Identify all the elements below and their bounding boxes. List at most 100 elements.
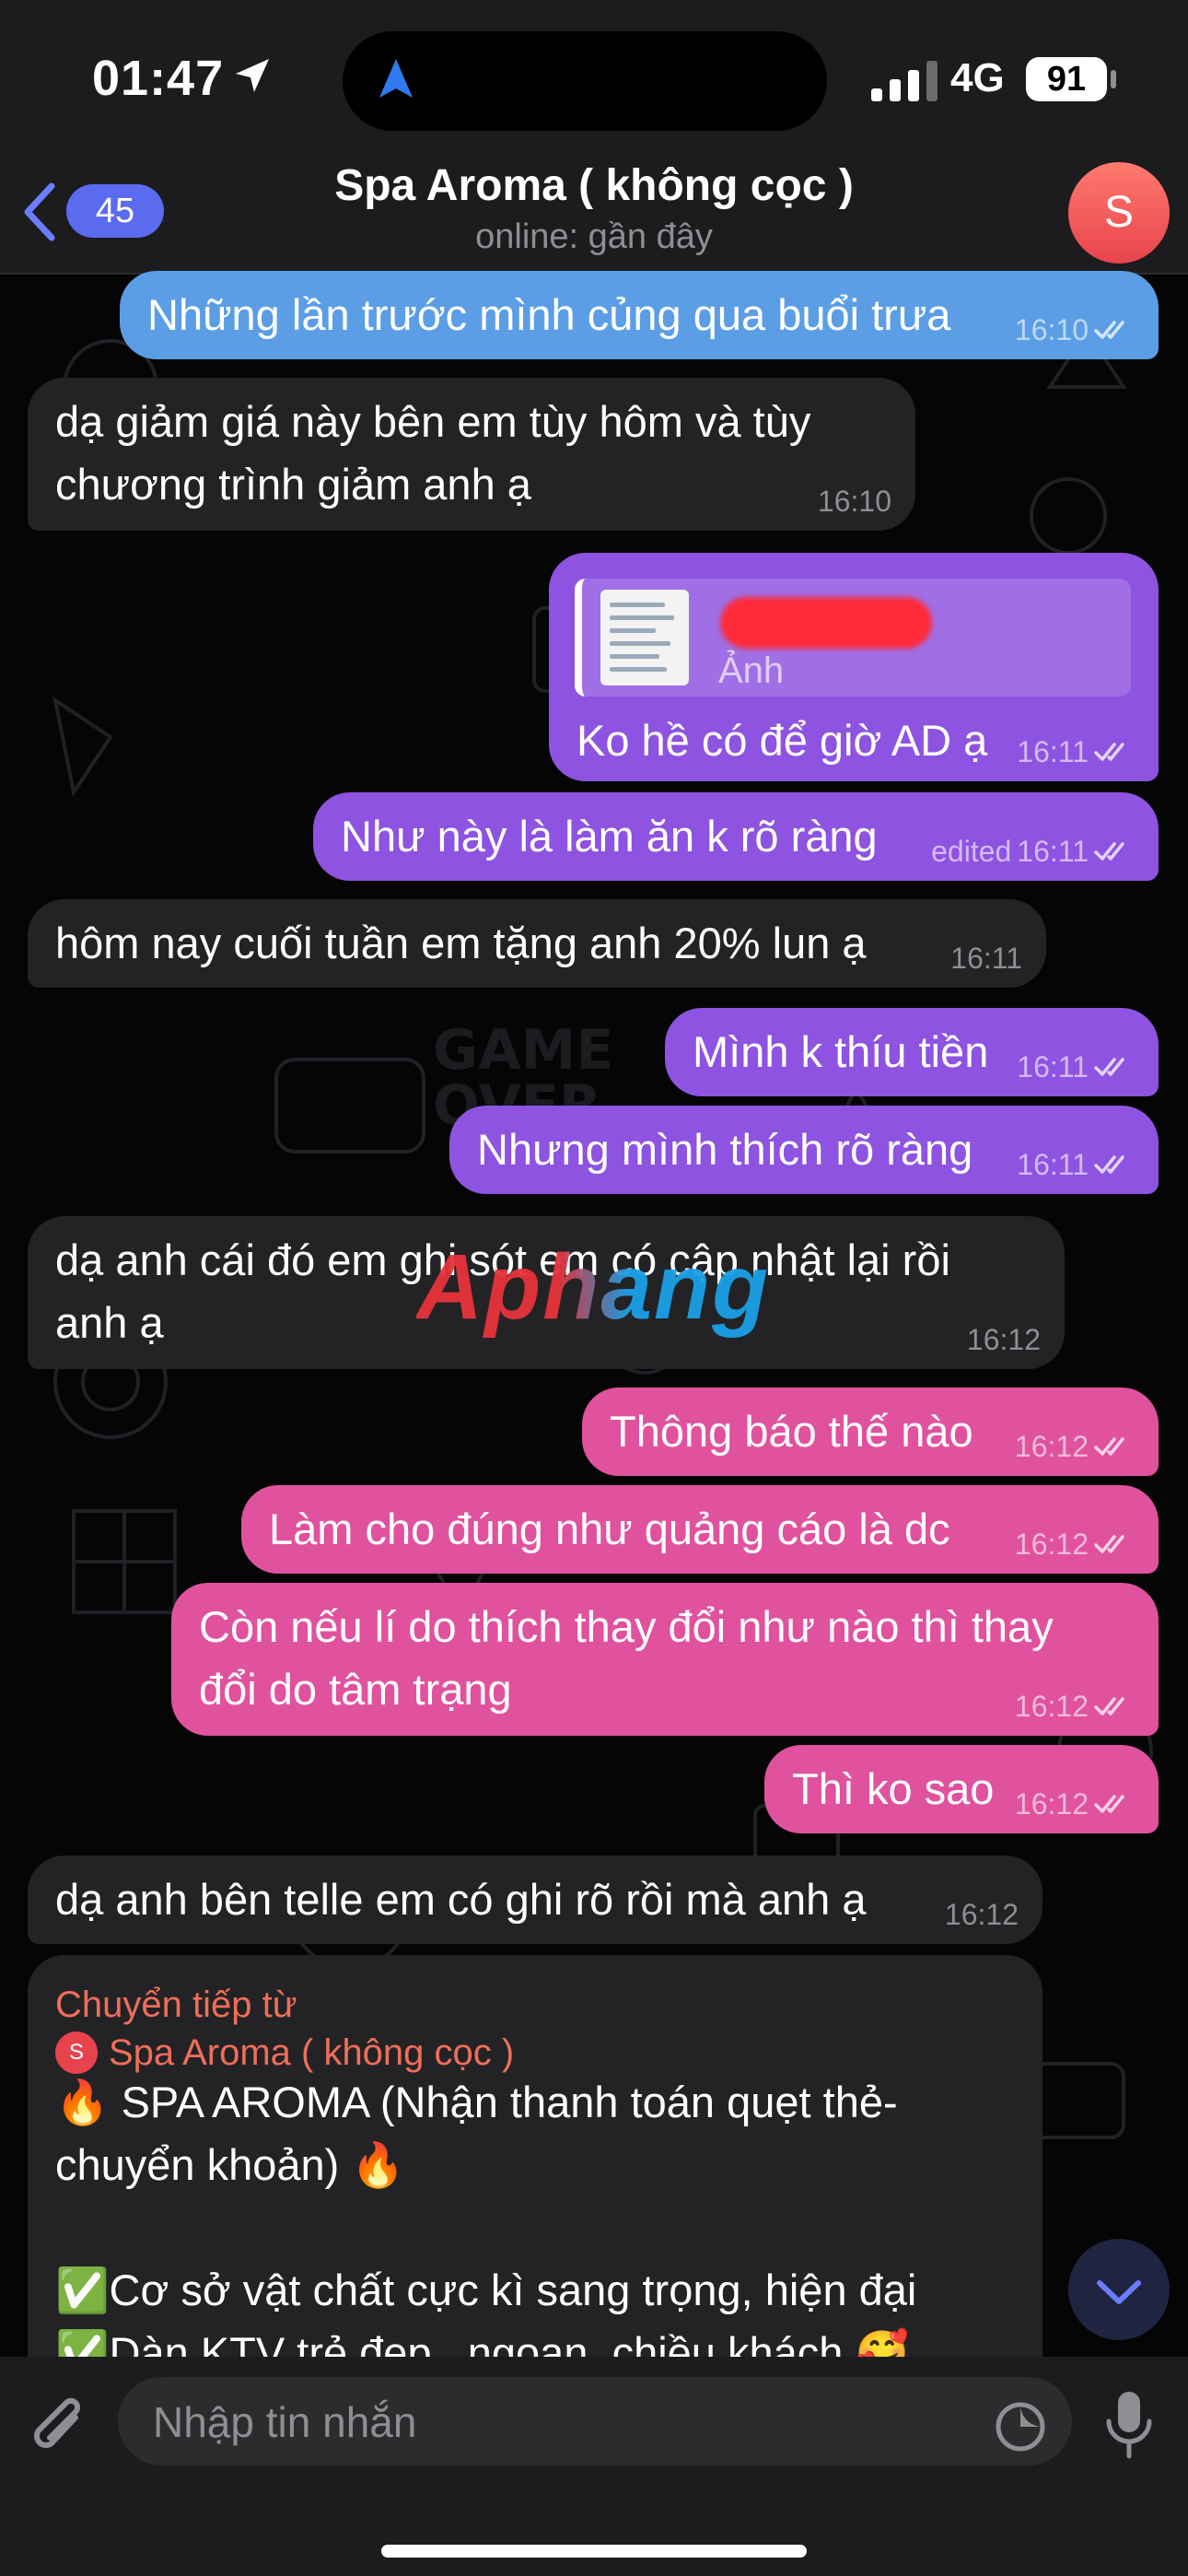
outgoing-message[interactable]: Ảnh Ko hề có để giờ AD ạ 16:11 <box>549 553 1159 781</box>
message-text: Ko hề có để giờ AD ạ <box>577 709 987 772</box>
double-check-icon <box>1094 321 1124 339</box>
message-time: 16:12 <box>1014 1430 1089 1463</box>
forwarded-line: 🔥 SPA AROMA (Nhận thanh toán quẹt thẻ- <box>55 2078 898 2126</box>
message-text: hôm nay cuối tuần em tặng anh 20% lun ạ <box>55 912 867 975</box>
message-text: dạ giảm giá này bên em tùy hôm và tùy chư… <box>55 391 810 516</box>
message-text: Làm cho đúng như quảng cáo là dc <box>269 1498 950 1561</box>
location-arrow-icon <box>236 59 269 92</box>
message-input[interactable]: Nhập tin nhắn <box>118 2377 1072 2465</box>
message-meta: 16:11 <box>1017 1050 1135 1083</box>
outgoing-message[interactable]: Những lần trước mình củng qua buổi trưa 1… <box>120 271 1159 359</box>
incoming-message[interactable]: hôm nay cuối tuần em tặng anh 20% lun ạ 1… <box>28 899 1046 988</box>
message-meta: 16:12 <box>1015 1430 1135 1463</box>
message-line: chương trình giảm anh ạ <box>55 460 531 509</box>
double-check-icon <box>1094 1795 1124 1813</box>
source-avatar: S <box>55 2032 98 2074</box>
scroll-down-button[interactable] <box>1068 2239 1170 2340</box>
message-time: 16:12 <box>1014 1690 1089 1723</box>
sticker-icon[interactable] <box>993 2399 1048 2454</box>
message-time: 16:11 <box>1017 835 1089 868</box>
message-line: đổi do tâm trạng <box>199 1665 512 1714</box>
chat-header: 45 Spa Aroma ( không cọc ) online: gần đ… <box>0 138 1188 275</box>
message-meta: 16:12 <box>967 1323 1041 1356</box>
message-line: Ko hề có để giờ AD ạ <box>577 716 988 765</box>
incoming-message[interactable]: dạ giảm giá này bên em tùy hôm và tùy chư… <box>28 378 915 531</box>
outgoing-message[interactable]: Thông báo thế nào 16:12 <box>582 1388 1159 1476</box>
outgoing-message[interactable]: Nhưng mình thích rõ ràng 16:11 <box>449 1106 1159 1194</box>
reply-quote[interactable]: Ảnh <box>575 579 1131 697</box>
message-line: Nhưng mình thích rõ ràng <box>477 1125 973 1174</box>
double-check-icon <box>1094 1058 1124 1076</box>
forwarded-line: ✅Cơ sở vật chất cực kì sang trọng, hiện … <box>55 2266 917 2314</box>
message-line: dạ giảm giá này bên em tùy hôm và tùy <box>55 397 811 446</box>
double-check-icon <box>1094 1697 1124 1715</box>
message-text: Như này là làm ăn k rõ ràng <box>341 805 878 868</box>
network-type: 4G <box>950 55 1005 100</box>
message-line: Những lần trước mình củng qua buổi trưa <box>147 290 951 339</box>
message-input-placeholder: Nhập tin nhắn <box>153 2398 417 2446</box>
message-meta: 16:12 <box>1015 1528 1135 1561</box>
reply-thumbnail <box>600 590 689 685</box>
message-text: Những lần trước mình củng qua buổi trưa <box>147 284 950 346</box>
message-time: 16:10 <box>1014 313 1089 346</box>
message-line: Thì ko sao <box>792 1764 995 1813</box>
message-meta: 16:11 <box>1017 1148 1135 1181</box>
message-text: Thông báo thế nào <box>610 1400 973 1463</box>
message-meta: 16:10 <box>1015 313 1135 346</box>
message-time: 16:11 <box>950 942 1022 975</box>
message-meta: 16:12 <box>945 1898 1019 1931</box>
message-time: 16:12 <box>1014 1528 1089 1561</box>
forwarded-message[interactable]: Chuyển tiếp từ S Spa Aroma ( không cọc )… <box>28 1955 1042 2397</box>
message-time: 16:10 <box>817 485 891 518</box>
message-time: 16:11 <box>1017 1050 1089 1083</box>
message-line: Mình k thíu tiền <box>693 1027 989 1076</box>
watermark-logo: Aphang <box>416 1235 771 1339</box>
incoming-message[interactable]: dạ anh bên telle em có ghi rõ rồi mà anh… <box>28 1856 1042 1944</box>
message-meta: 16:11 <box>950 942 1022 975</box>
message-meta: 16:11 <box>1017 735 1135 768</box>
clock: 01:47 <box>92 51 225 106</box>
message-time: 16:12 <box>1014 1787 1089 1821</box>
signal-icon <box>871 61 938 101</box>
message-line: Thông báo thế nào <box>610 1407 973 1456</box>
avatar[interactable]: S <box>1068 162 1170 263</box>
message-text: Còn nếu lí do thích thay đổi như nào thì… <box>199 1596 1054 1721</box>
navigation-arrow-icon <box>379 59 413 98</box>
message-text: Thì ko sao <box>792 1758 994 1821</box>
message-text: Mình k thíu tiền <box>693 1021 988 1083</box>
double-check-icon <box>1094 1155 1124 1174</box>
double-check-icon <box>1094 1535 1124 1553</box>
forwarded-line: chuyển khoản) 🔥 <box>55 2140 405 2189</box>
battery-cap <box>1111 70 1116 88</box>
double-check-icon <box>1094 1437 1124 1456</box>
message-time: 16:12 <box>944 1898 1019 1931</box>
edited-label: edited <box>931 835 1012 868</box>
outgoing-message[interactable]: Mình k thíu tiền 16:11 <box>665 1008 1159 1096</box>
message-line: Như này là làm ăn k rõ ràng <box>341 812 878 861</box>
outgoing-message[interactable]: Còn nếu lí do thích thay đổi như nào thì… <box>171 1583 1159 1736</box>
message-meta: 16:12 <box>1015 1787 1135 1821</box>
outgoing-message[interactable]: Thì ko sao 16:12 <box>764 1745 1159 1833</box>
message-text: dạ anh bên telle em có ghi rõ rồi mà anh… <box>55 1868 867 1931</box>
chat-title[interactable]: Spa Aroma ( không cọc ) <box>0 160 1188 211</box>
message-time: 16:11 <box>1017 1148 1089 1181</box>
message-meta: 16:10 <box>818 485 891 518</box>
message-meta: 16:12 <box>1015 1690 1135 1723</box>
message-text: Nhưng mình thích rõ ràng <box>477 1118 973 1181</box>
message-line: hôm nay cuối tuần em tặng anh 20% lun ạ <box>55 919 867 967</box>
message-line: Còn nếu lí do thích thay đổi như nào thì… <box>199 1602 1054 1651</box>
paperclip-icon[interactable] <box>28 2390 92 2464</box>
chat-status: online: gần đây <box>475 217 713 256</box>
message-line: dạ anh bên telle em có ghi rõ rồi mà anh… <box>55 1875 867 1924</box>
double-check-icon <box>1094 842 1124 861</box>
microphone-icon[interactable] <box>1101 2388 1157 2462</box>
outgoing-message[interactable]: Như này là làm ăn k rõ ràng edited 16:11 <box>313 792 1159 881</box>
message-meta: edited 16:11 <box>931 835 1135 868</box>
reply-quote-label: Ảnh <box>718 650 785 691</box>
forwarded-body: 🔥 SPA AROMA (Nhận thanh toán quẹt thẻ- c… <box>55 2071 1022 2384</box>
composer-bar: Nhập tin nhắn <box>0 2357 1188 2576</box>
outgoing-message[interactable]: Làm cho đúng như quảng cáo là dc 16:12 <box>241 1485 1159 1574</box>
message-line: Làm cho đúng như quảng cáo là dc <box>269 1505 950 1553</box>
message-time: 16:12 <box>966 1323 1041 1356</box>
double-check-icon <box>1094 743 1124 761</box>
